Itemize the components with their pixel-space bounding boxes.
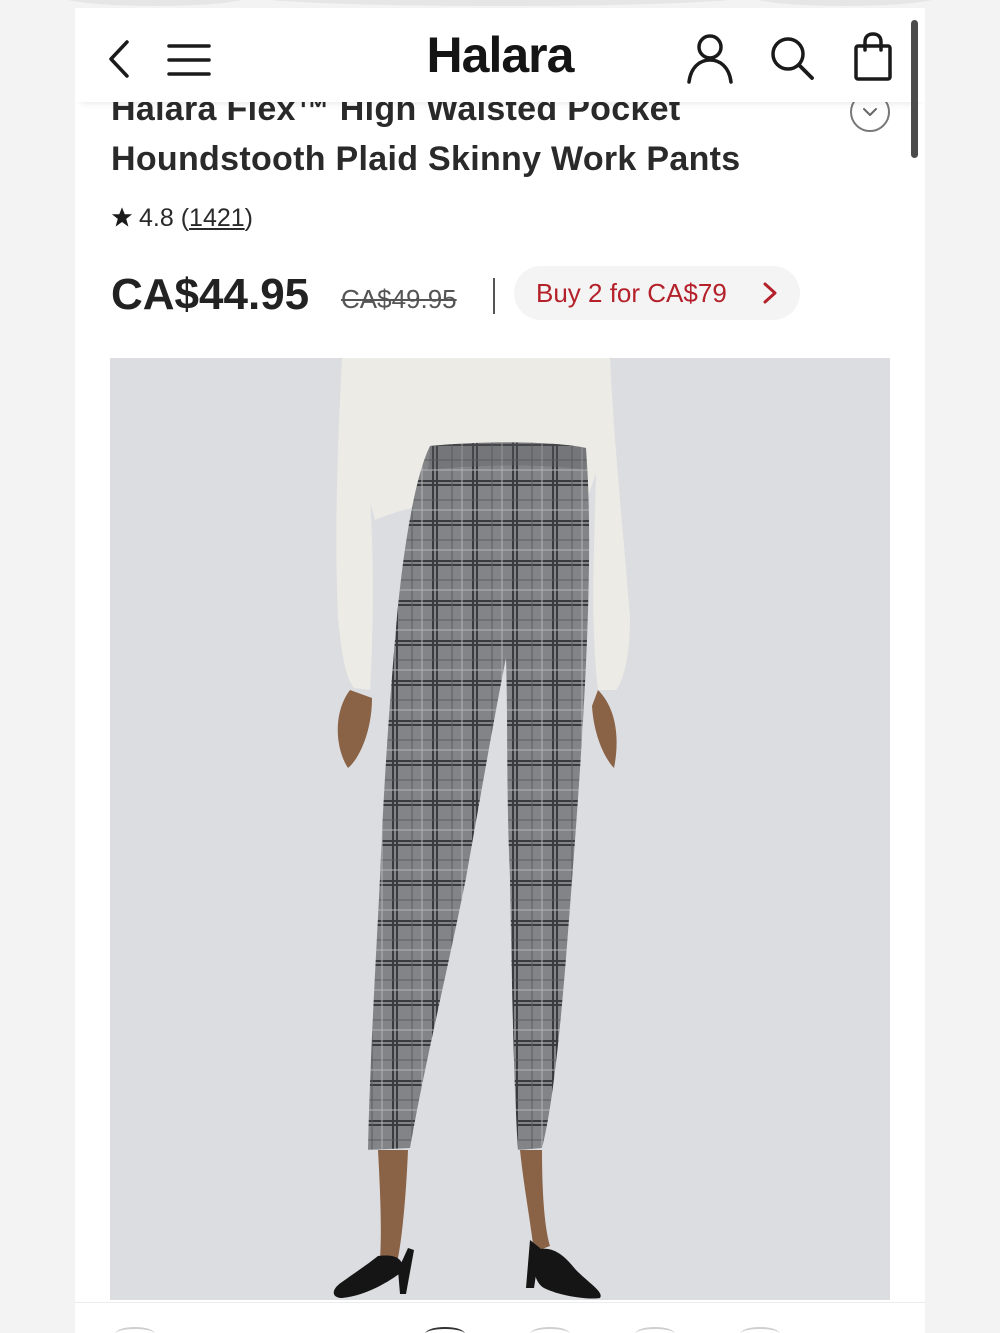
rating-paren-open: ( <box>180 204 190 232</box>
status-shape <box>750 0 940 6</box>
scrollbar[interactable] <box>911 20 918 158</box>
product-rating: 4.8 (1421) <box>111 204 253 234</box>
original-price: CA$49.95 <box>341 284 457 314</box>
bottom-tab-hint[interactable] <box>530 1327 570 1333</box>
chevron-right-icon <box>763 282 777 304</box>
rating-value: 4.8 <box>139 204 174 232</box>
review-count-link[interactable]: 1421 <box>189 204 245 232</box>
bottom-tab-hint[interactable] <box>740 1327 780 1333</box>
chevron-down-icon <box>863 108 877 116</box>
star-icon <box>111 207 133 227</box>
product-title-line-2: Houndstooth Plaid Skinny Work Pants <box>111 140 741 178</box>
bottom-tab-hint[interactable] <box>635 1327 675 1333</box>
bag-icon[interactable] <box>852 32 894 82</box>
top-navigation-bar: Halara <box>75 8 925 102</box>
bottom-tab-hint[interactable] <box>115 1327 155 1333</box>
price-divider <box>493 278 495 314</box>
app-screen: Halara Halara Flex™ High Waisted Pocket … <box>75 8 925 1333</box>
status-shape <box>250 0 750 6</box>
bottom-bar <box>75 1302 925 1333</box>
account-icon[interactable] <box>685 32 735 86</box>
bottom-tab-hint[interactable] <box>425 1327 465 1333</box>
bundle-offer-button[interactable]: Buy 2 for CA$79 <box>514 266 800 320</box>
product-image[interactable] <box>110 358 890 1300</box>
bundle-offer-label: Buy 2 for CA$79 <box>536 278 727 308</box>
price-row: CA$44.95 CA$49.95 Buy 2 for CA$79 <box>111 266 901 322</box>
current-price: CA$44.95 <box>111 270 310 319</box>
status-shape <box>60 0 250 6</box>
status-area <box>0 0 1000 8</box>
rating-paren-close: ) <box>244 204 253 232</box>
search-icon[interactable] <box>768 34 816 82</box>
